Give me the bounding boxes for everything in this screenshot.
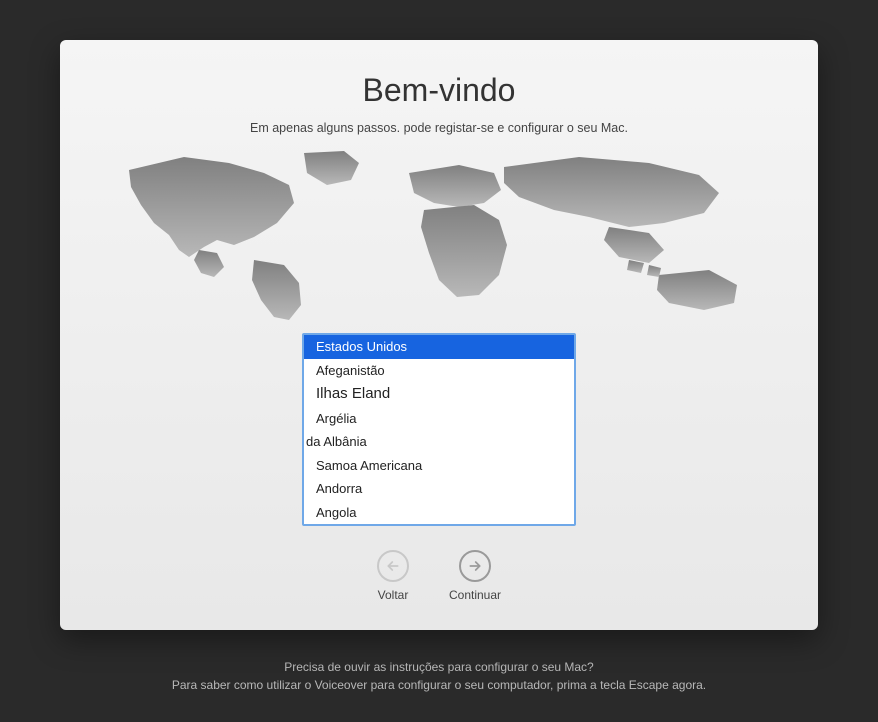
setup-window: Bem-vindo Em apenas alguns passos. pode … <box>60 40 818 630</box>
page-title: Bem-vindo <box>363 72 516 109</box>
footer-line-2: Para saber como utilizar o Voiceover par… <box>172 676 706 694</box>
arrow-left-icon <box>377 550 409 582</box>
world-map <box>89 145 789 325</box>
list-item[interactable]: Afeganistão <box>304 359 574 383</box>
list-item[interactable]: Argélia <box>304 407 574 431</box>
footer-line-1: Precisa de ouvir as instruções para conf… <box>172 658 706 676</box>
voiceover-hint: Precisa de ouvir as instruções para conf… <box>172 658 706 694</box>
back-label: Voltar <box>378 588 409 602</box>
list-item[interactable]: Andorra <box>304 477 574 501</box>
list-item[interactable]: Estados Unidos <box>304 335 574 359</box>
list-item[interactable]: Angola <box>304 501 574 525</box>
list-item[interactable]: Samoa Americana <box>304 454 574 478</box>
list-item[interactable]: Ilhas Eland <box>304 382 574 407</box>
continue-label: Continuar <box>449 588 501 602</box>
list-item[interactable]: da Albânia <box>304 430 574 454</box>
nav-buttons: Voltar Continuar <box>377 550 501 602</box>
continue-button[interactable]: Continuar <box>449 550 501 602</box>
back-button[interactable]: Voltar <box>377 550 409 602</box>
country-list[interactable]: Estados UnidosAfeganistãoIlhas ElandArgé… <box>302 333 576 526</box>
page-subtitle: Em apenas alguns passos. pode registar-s… <box>250 121 628 135</box>
world-map-svg <box>89 145 789 325</box>
arrow-right-icon <box>459 550 491 582</box>
